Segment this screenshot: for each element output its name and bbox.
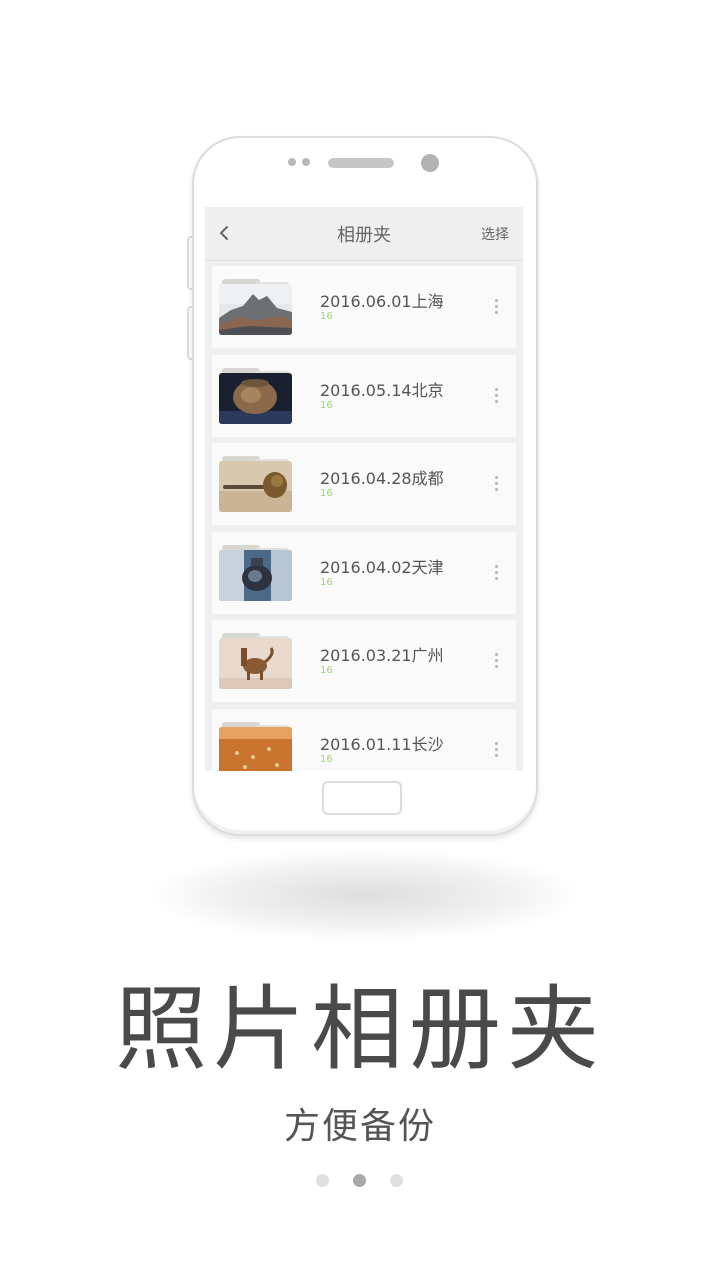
page-dot[interactable] [316, 1174, 329, 1187]
page-dot[interactable] [390, 1174, 403, 1187]
album-name: 2016.04.02天津 [320, 557, 444, 577]
phone-screen: 相册夹 选择 2016.06.01上海 16 2016.05.14北京 16 2… [205, 207, 523, 771]
album-topbar: 相册夹 选择 [205, 207, 523, 261]
album-name: 2016.06.01上海 [320, 292, 444, 311]
album-name: 2016.01.11长沙 [320, 734, 444, 754]
feature-subtitle: 方便备份 [283, 1106, 436, 1147]
album-photo-count: 16 [320, 665, 333, 676]
album-item[interactable]: 2016.05.14北京 16 [212, 354, 516, 437]
animal-figurine-photo [219, 638, 292, 689]
more-vertical-icon[interactable] [495, 653, 499, 669]
more-vertical-icon[interactable] [495, 564, 499, 581]
phone-front-camera [421, 154, 439, 172]
feature-title: 照片相册夹 [114, 976, 605, 1083]
phone-speaker [328, 158, 394, 168]
album-photo-count: 16 [320, 399, 333, 411]
folder-thumbnail [219, 544, 292, 601]
mountain-photo [219, 284, 292, 335]
phone-floor-shadow [150, 850, 580, 940]
album-name: 2016.04.28成都 [320, 469, 444, 488]
bronze-artifact-photo [219, 461, 292, 512]
phone-sensor-dots [288, 158, 310, 166]
onboarding-page: 相册夹 选择 2016.06.01上海 16 2016.05.14北京 16 2… [0, 0, 720, 1280]
page-dot-active[interactable] [353, 1174, 366, 1187]
more-vertical-icon[interactable] [495, 476, 499, 492]
folder-thumbnail [219, 367, 292, 424]
album-photo-count: 16 [320, 488, 333, 499]
album-item[interactable]: 2016.04.02天津 16 [212, 531, 516, 614]
album-name: 2016.03.21广州 [320, 646, 444, 665]
album-name: 2016.05.14北京 [320, 380, 444, 400]
album-item[interactable]: 2016.06.01上海 16 [212, 266, 516, 348]
folder-thumbnail [219, 633, 292, 689]
pottery-jar-photo [219, 372, 292, 424]
album-photo-count: 16 [320, 311, 333, 322]
page-title: 相册夹 [337, 225, 391, 246]
album-item[interactable]: 2016.01.11长沙 16 [212, 708, 516, 771]
folder-thumbnail [219, 279, 292, 335]
more-vertical-icon[interactable] [495, 299, 499, 315]
album-photo-count: 16 [320, 576, 333, 588]
carved-stone-photo [219, 726, 292, 771]
phone-home-button [322, 781, 402, 815]
more-vertical-icon[interactable] [495, 741, 499, 758]
bronze-vessel-photo [219, 549, 292, 601]
album-item[interactable]: 2016.03.21广州 16 [212, 620, 516, 702]
select-button[interactable]: 选择 [481, 224, 509, 244]
more-vertical-icon[interactable] [495, 387, 499, 404]
folder-thumbnail [219, 456, 292, 512]
folder-thumbnail [219, 721, 292, 771]
page-indicator [316, 1174, 403, 1187]
album-item[interactable]: 2016.04.28成都 16 [212, 443, 516, 525]
album-photo-count: 16 [320, 753, 333, 765]
album-list: 2016.06.01上海 16 2016.05.14北京 16 2016.04.… [212, 266, 516, 771]
